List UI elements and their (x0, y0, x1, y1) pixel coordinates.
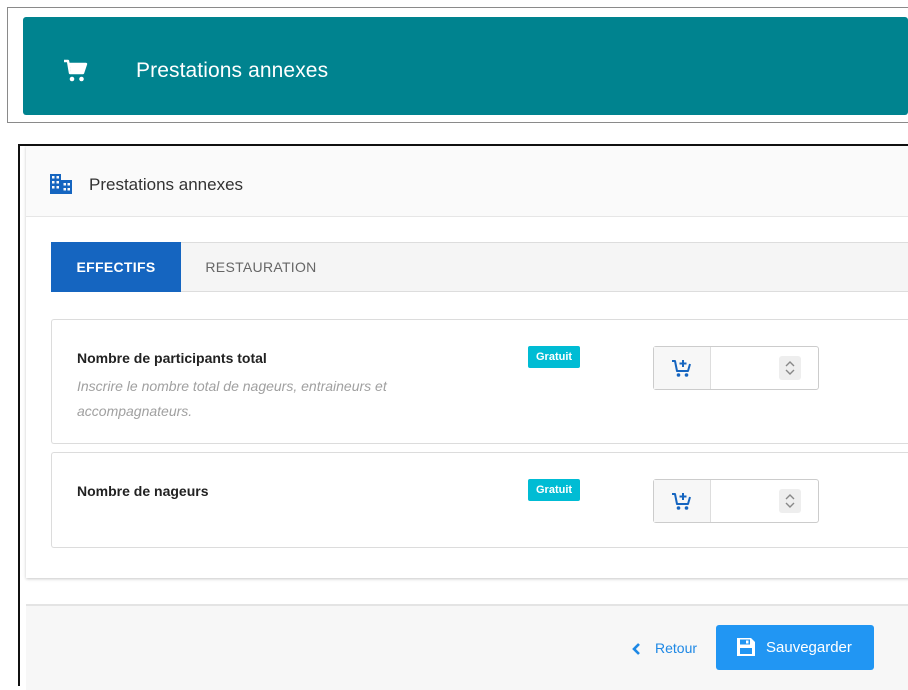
spinner-arrows-icon (785, 361, 795, 375)
quantity-spinner[interactable] (779, 356, 801, 380)
page-banner: Prestations annexes (23, 17, 908, 115)
service-participants-total: Nombre de participants total Inscrire le… (51, 319, 908, 444)
quantity-input-group (653, 346, 819, 390)
tab-restauration[interactable]: RESTAURATION (181, 242, 341, 292)
quantity-input-group (653, 479, 819, 523)
cart-icon (64, 59, 88, 82)
save-label: Sauvegarder (766, 639, 852, 656)
service-title: Nombre de participants total (77, 350, 267, 366)
spinner-arrows-icon (785, 494, 795, 508)
service-description: Inscrire le nombre total de nageurs, ent… (77, 378, 387, 419)
back-label: Retour (655, 640, 698, 656)
prestations-card: Prestations annexes EFFECTIFS RESTAURATI… (26, 146, 908, 578)
floppy-disk-icon (737, 638, 755, 656)
service-title: Nombre de nageurs (77, 483, 209, 499)
participants-quantity-input[interactable] (711, 347, 771, 389)
status-badge: Gratuit (528, 479, 581, 501)
save-button[interactable]: Sauvegarder (716, 625, 874, 670)
banner-title: Prestations annexes (136, 59, 329, 82)
banner-frame: Prestations annexes (7, 7, 908, 123)
card-title: Prestations annexes (89, 175, 244, 194)
chevron-left-icon (632, 643, 640, 655)
main-frame: Prestations annexes EFFECTIFS RESTAURATI… (18, 144, 908, 690)
tab-effectifs[interactable]: EFFECTIFS (51, 242, 181, 292)
card-header: Prestations annexes (26, 146, 908, 217)
building-icon (50, 174, 72, 194)
nageurs-quantity-input[interactable] (711, 480, 771, 522)
service-nageurs: Nombre de nageurs Gratuit (51, 452, 908, 548)
tab-bar: EFFECTIFS RESTAURATION (51, 242, 908, 292)
input-addon (654, 480, 711, 522)
quantity-spinner[interactable] (779, 489, 801, 513)
status-badge: Gratuit (528, 346, 581, 368)
cart-plus-icon (672, 360, 691, 377)
cart-plus-icon (672, 493, 691, 510)
input-addon (654, 347, 711, 389)
form-footer: Retour Sauvegarder (26, 604, 908, 690)
